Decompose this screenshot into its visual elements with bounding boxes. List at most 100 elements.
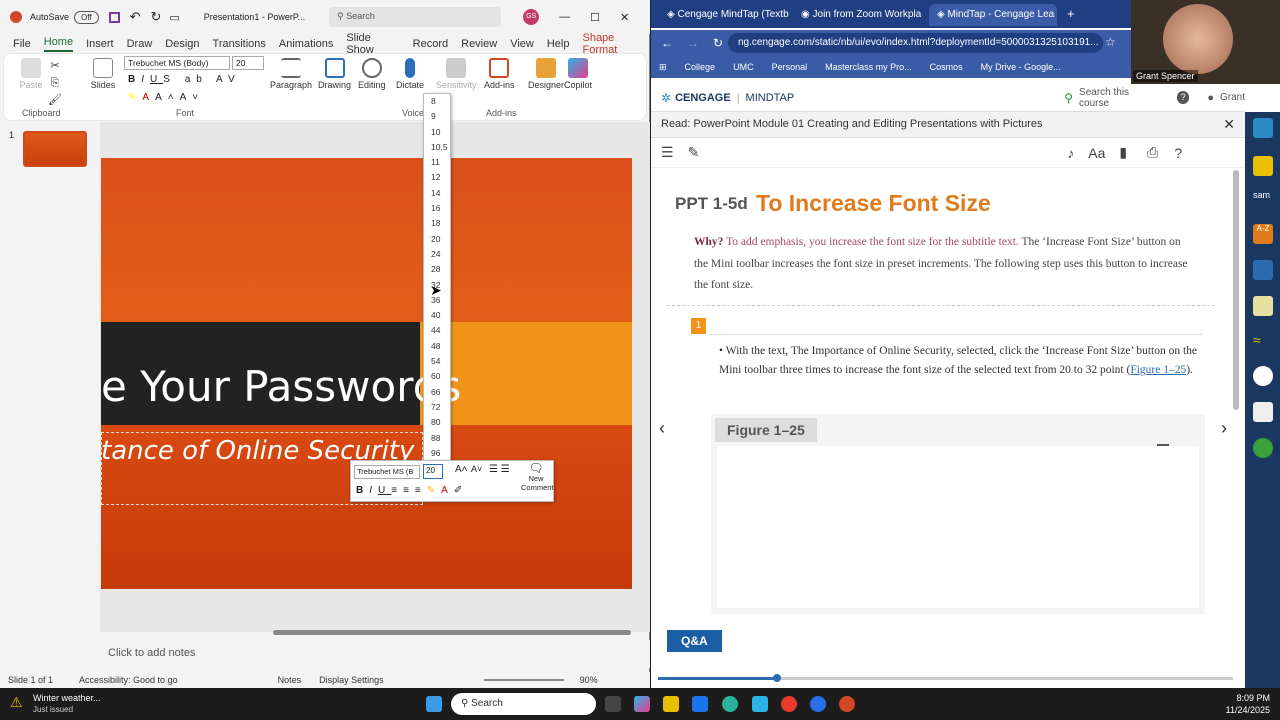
cut-copy-icons[interactable]: ✂ ⎘ 🖌 xyxy=(48,58,62,109)
highlighter-icon[interactable] xyxy=(1253,156,1273,176)
avatar[interactable]: GS xyxy=(523,9,540,25)
pp-search-box[interactable]: ⚲ Search xyxy=(329,7,502,27)
tab-record[interactable]: Record xyxy=(413,38,448,50)
font-size-option[interactable]: 16 xyxy=(424,201,450,216)
course-search[interactable]: Search this course xyxy=(1079,87,1159,109)
copilot-button[interactable]: Copilot xyxy=(564,58,592,90)
az-icon[interactable]: A-Z xyxy=(1253,224,1273,244)
powerpoint-taskbar-icon[interactable] xyxy=(839,696,855,712)
back-icon[interactable]: ← xyxy=(661,36,673,50)
tab-transitions[interactable]: Transitions xyxy=(213,38,266,50)
help-icon[interactable]: ? xyxy=(1176,91,1190,104)
new-slide-button[interactable]: Slides xyxy=(88,58,118,90)
font-size-select[interactable]: 20 xyxy=(232,56,264,70)
font-size-option[interactable]: 11 xyxy=(424,155,450,170)
tab-draw[interactable]: Draw xyxy=(127,38,153,50)
forward-icon[interactable]: → xyxy=(687,36,699,50)
tab-review[interactable]: Review xyxy=(461,38,497,50)
user-menu[interactable]: Grant xyxy=(1220,92,1245,103)
user-icon[interactable]: ● xyxy=(1207,92,1214,104)
tab-help[interactable]: Help xyxy=(547,38,570,50)
edge-icon[interactable] xyxy=(722,696,738,712)
bookmark-personal[interactable]: Personal xyxy=(772,62,808,72)
file-explorer-icon[interactable] xyxy=(663,696,679,712)
present-icon[interactable]: ▭ xyxy=(169,11,179,24)
font-size-option[interactable]: 60 xyxy=(424,369,450,384)
font-size-option[interactable]: 40 xyxy=(424,308,450,323)
increase-font-size-icon[interactable]: A˄ xyxy=(455,464,468,475)
font-size-option[interactable]: 14 xyxy=(424,186,450,201)
scrollbar-thumb[interactable] xyxy=(273,630,631,635)
font-size-option[interactable]: 80 xyxy=(424,415,450,430)
font-size-option[interactable]: 10 xyxy=(424,125,450,140)
progress-handle[interactable] xyxy=(773,674,781,682)
briefcase-icon[interactable] xyxy=(1253,118,1273,138)
bookmark-star-icon[interactable]: ☆ xyxy=(1105,35,1116,49)
notes-button[interactable]: Notes xyxy=(278,675,302,685)
list-icon[interactable]: ☰ ☰ xyxy=(489,464,510,475)
book-icon[interactable] xyxy=(1253,260,1273,280)
tab-insert[interactable]: Insert xyxy=(86,38,114,50)
tab-zoom[interactable]: ◉ Join from Zoom Workpla xyxy=(793,4,921,26)
font-size-option[interactable]: 88 xyxy=(424,431,450,446)
next-page-icon[interactable]: › xyxy=(1221,418,1227,439)
toc-list-icon[interactable]: ☰ xyxy=(661,144,674,161)
mini-font-size[interactable]: 20 xyxy=(423,464,443,479)
help-circle-icon[interactable]: ? xyxy=(1174,145,1182,161)
copilot-taskbar-icon[interactable] xyxy=(634,696,650,712)
reload-icon[interactable]: ↻ xyxy=(713,36,723,50)
font-size-dropdown[interactable]: 8 9 10 10.5 11 12 14 16 18 20 24 28 32 36 40 44 48 54 60 66… xyxy=(423,93,451,461)
bookmark-cosmos[interactable]: Cosmos xyxy=(930,62,963,72)
windows-start-icon[interactable] xyxy=(426,696,442,712)
font-size-option[interactable]: 12 xyxy=(424,170,450,185)
sam-icon[interactable]: sam xyxy=(1253,190,1273,210)
font-size-option[interactable]: 18 xyxy=(424,216,450,231)
print-icon[interactable]: ⎙ xyxy=(1147,144,1158,161)
mini-format-buttons[interactable]: BIU≡≡≡✎A✐ xyxy=(356,485,468,496)
redo-icon[interactable]: ↻ xyxy=(150,9,161,25)
flashcards-icon[interactable] xyxy=(1253,402,1273,422)
bookmark-college[interactable]: College xyxy=(685,62,716,72)
weather-title[interactable]: Winter weather... xyxy=(33,693,101,703)
content-scrollbar[interactable] xyxy=(1233,170,1239,410)
slide-thumbnail[interactable] xyxy=(23,131,87,167)
new-tab-icon[interactable]: + xyxy=(1061,4,1081,26)
tab-home[interactable]: Home xyxy=(43,36,74,52)
tab-file[interactable]: File xyxy=(13,38,31,50)
close-reading-icon[interactable]: ✕ xyxy=(1223,116,1235,133)
clock-date[interactable]: 11/24/2025 xyxy=(1210,705,1270,715)
drawing-button[interactable]: Drawing xyxy=(318,58,351,90)
qa-tab[interactable]: Q&A xyxy=(667,630,722,652)
search-icon[interactable]: ⚲ xyxy=(1064,91,1073,105)
prev-page-icon[interactable]: ‹ xyxy=(659,418,665,439)
tab-design[interactable]: Design xyxy=(165,38,199,50)
apps-grid-icon[interactable]: ⊞ xyxy=(659,62,667,73)
teams-icon[interactable] xyxy=(752,696,768,712)
autosave-toggle[interactable]: Off xyxy=(74,10,99,24)
dictate-button[interactable]: Dictate xyxy=(396,58,424,90)
task-view-icon[interactable] xyxy=(605,696,621,712)
pencil-icon[interactable]: ✎ xyxy=(688,144,700,161)
read-aloud-icon[interactable]: ♪ xyxy=(1067,145,1074,161)
outlook-icon[interactable] xyxy=(692,696,708,712)
bookmark-my-drive[interactable]: My Drive - Google... xyxy=(981,62,1061,72)
zoom-slider[interactable] xyxy=(483,679,564,681)
tab-view[interactable]: View xyxy=(510,38,534,50)
horizontal-scrollbar[interactable] xyxy=(105,628,635,636)
slide-title[interactable]: e Your Passwords xyxy=(101,362,461,411)
bookmark-icon[interactable]: ▮ xyxy=(1119,144,1127,161)
addins-button[interactable]: Add-ins xyxy=(484,58,515,90)
rss-icon[interactable]: ≈ xyxy=(1253,332,1273,352)
green-app-icon[interactable] xyxy=(1253,438,1273,458)
bookmark-umc[interactable]: UMC xyxy=(733,62,754,72)
font-size-option[interactable]: 20 xyxy=(424,232,450,247)
accessibility-status[interactable]: Accessibility: Good to go xyxy=(79,675,178,685)
font-size-option[interactable]: 9 xyxy=(424,109,450,124)
decrease-font-size-icon[interactable]: A˅ xyxy=(471,464,482,474)
save-icon[interactable] xyxy=(108,11,120,23)
font-size-option[interactable]: 66 xyxy=(424,385,450,400)
minimize-icon[interactable]: — xyxy=(559,11,570,23)
tab-cengage-mindtap[interactable]: ◈ Cengage MindTap (Textb xyxy=(659,4,801,26)
font-size-option[interactable]: 10.5 xyxy=(424,140,450,155)
mini-font-name[interactable]: Trebuchet MS (B xyxy=(354,465,420,479)
